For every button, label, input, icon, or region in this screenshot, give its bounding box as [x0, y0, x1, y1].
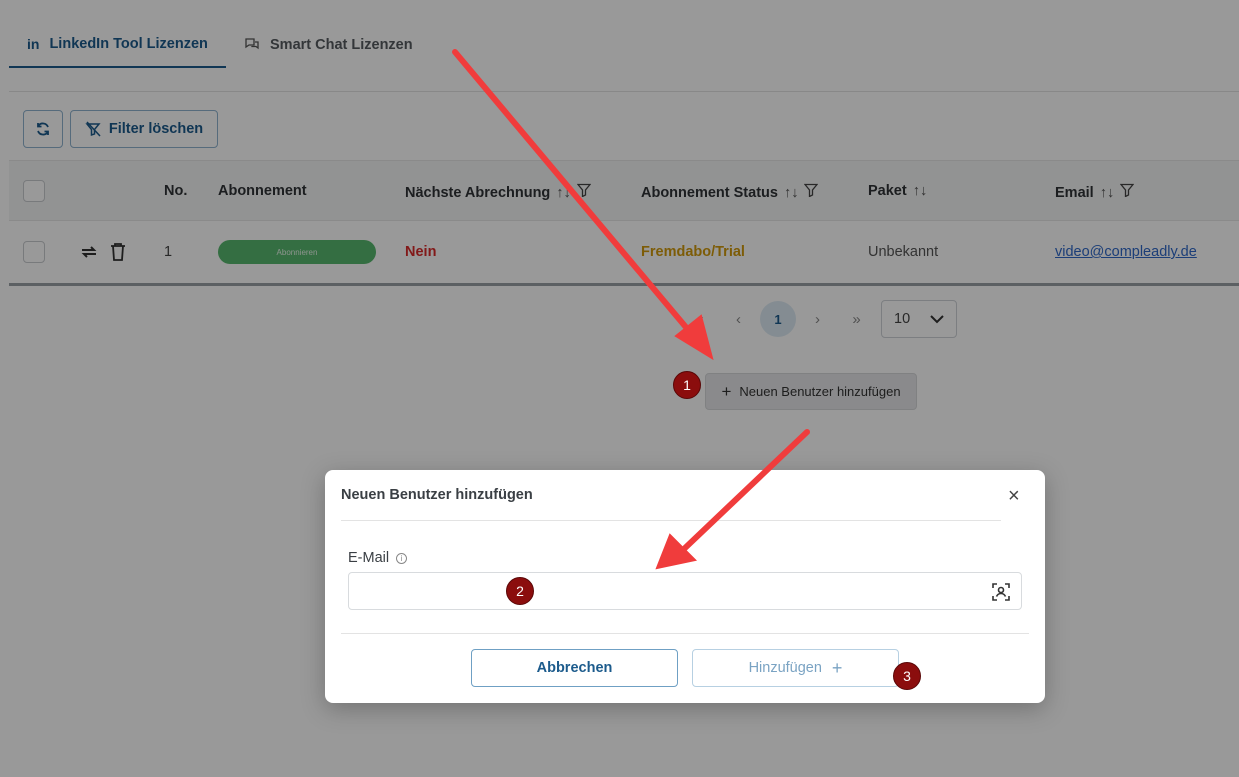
divider [341, 633, 1029, 634]
divider [341, 520, 1001, 521]
add-user-dialog: Neuen Benutzer hinzufügen × E-Mail i Abb… [325, 470, 1045, 703]
cancel-button[interactable]: Abbrechen [471, 649, 678, 687]
close-icon[interactable]: × [1008, 486, 1020, 506]
step-marker-2: 2 [506, 577, 534, 605]
contact-scan-icon[interactable] [991, 582, 1011, 602]
step-marker-3: 3 [893, 662, 921, 690]
info-icon[interactable]: i [396, 552, 408, 564]
step-marker-1: 1 [673, 371, 701, 399]
email-field[interactable] [348, 572, 1022, 610]
submit-add-button[interactable]: Hinzufügen + [692, 649, 899, 687]
dialog-title: Neuen Benutzer hinzufügen [341, 487, 533, 503]
email-input[interactable] [349, 573, 969, 609]
plus-icon: + [831, 657, 843, 678]
email-label: E-Mail i [348, 550, 408, 566]
email-label-text: E-Mail [348, 550, 390, 566]
submit-label: Hinzufügen [748, 660, 822, 676]
